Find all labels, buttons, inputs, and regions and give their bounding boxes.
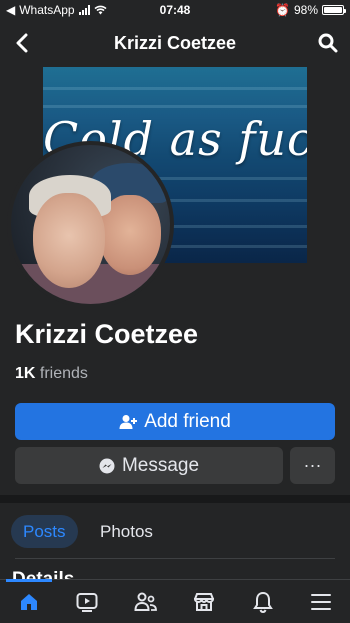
profile-info: Krizzi Coetzee 1K friends Add friend Mes…	[0, 305, 350, 495]
section-divider	[0, 495, 350, 503]
search-icon	[318, 33, 338, 53]
marketplace-icon	[193, 593, 215, 611]
friends-icon	[134, 592, 157, 611]
more-options-icon: ···	[303, 455, 322, 475]
profile-top: Cold as fuck	[0, 67, 350, 308]
profile-tabs: Posts Photos Details	[0, 503, 350, 590]
profile-picture[interactable]	[7, 141, 174, 308]
nav-marketplace[interactable]	[184, 580, 224, 623]
add-friend-label: Add friend	[144, 410, 231, 432]
nav-friends[interactable]	[126, 580, 166, 623]
add-friend-icon	[119, 414, 138, 429]
bell-icon	[253, 591, 273, 613]
add-friend-button[interactable]: Add friend	[15, 403, 335, 440]
water-ripple	[43, 87, 307, 90]
messenger-icon	[99, 458, 115, 473]
nav-menu[interactable]	[301, 580, 341, 623]
nav-notifications[interactable]	[243, 580, 283, 623]
battery-fill	[324, 7, 342, 13]
battery-percent: 98%	[293, 3, 318, 17]
chevron-left-icon	[16, 33, 28, 53]
friends-count-number: 1K	[15, 365, 36, 382]
status-bar: ◀ WhatsApp 07:48 ⏰ 98%	[0, 0, 350, 20]
more-options-button[interactable]: ···	[290, 447, 335, 484]
nav-home[interactable]	[9, 580, 49, 623]
header-title: Krizzi Coetzee	[113, 33, 237, 53]
bottom-navigation	[0, 579, 350, 623]
message-label: Message	[121, 454, 200, 476]
water-ripple	[43, 105, 307, 108]
battery-icon	[322, 5, 346, 15]
tab-photos[interactable]: Photos	[88, 515, 165, 548]
alarm-icon: ⏰	[275, 3, 290, 17]
tab-posts[interactable]: Posts	[11, 515, 78, 548]
home-icon	[21, 594, 37, 610]
friends-count[interactable]: 1K friends	[15, 365, 88, 383]
back-button[interactable]	[10, 31, 34, 55]
avatar-face-left	[33, 193, 105, 288]
search-button[interactable]	[316, 31, 340, 55]
nav-watch[interactable]	[67, 580, 107, 623]
profile-name: Krizzi Coetzee	[15, 319, 199, 349]
watch-icon	[76, 593, 98, 612]
menu-icon	[311, 594, 331, 610]
friends-label: friends	[39, 365, 88, 382]
profile-header: Krizzi Coetzee	[0, 20, 350, 67]
avatar	[11, 145, 170, 304]
tabs-divider	[15, 558, 335, 559]
status-right: ⏰ 98%	[275, 3, 346, 17]
message-button[interactable]: Message	[15, 447, 283, 484]
